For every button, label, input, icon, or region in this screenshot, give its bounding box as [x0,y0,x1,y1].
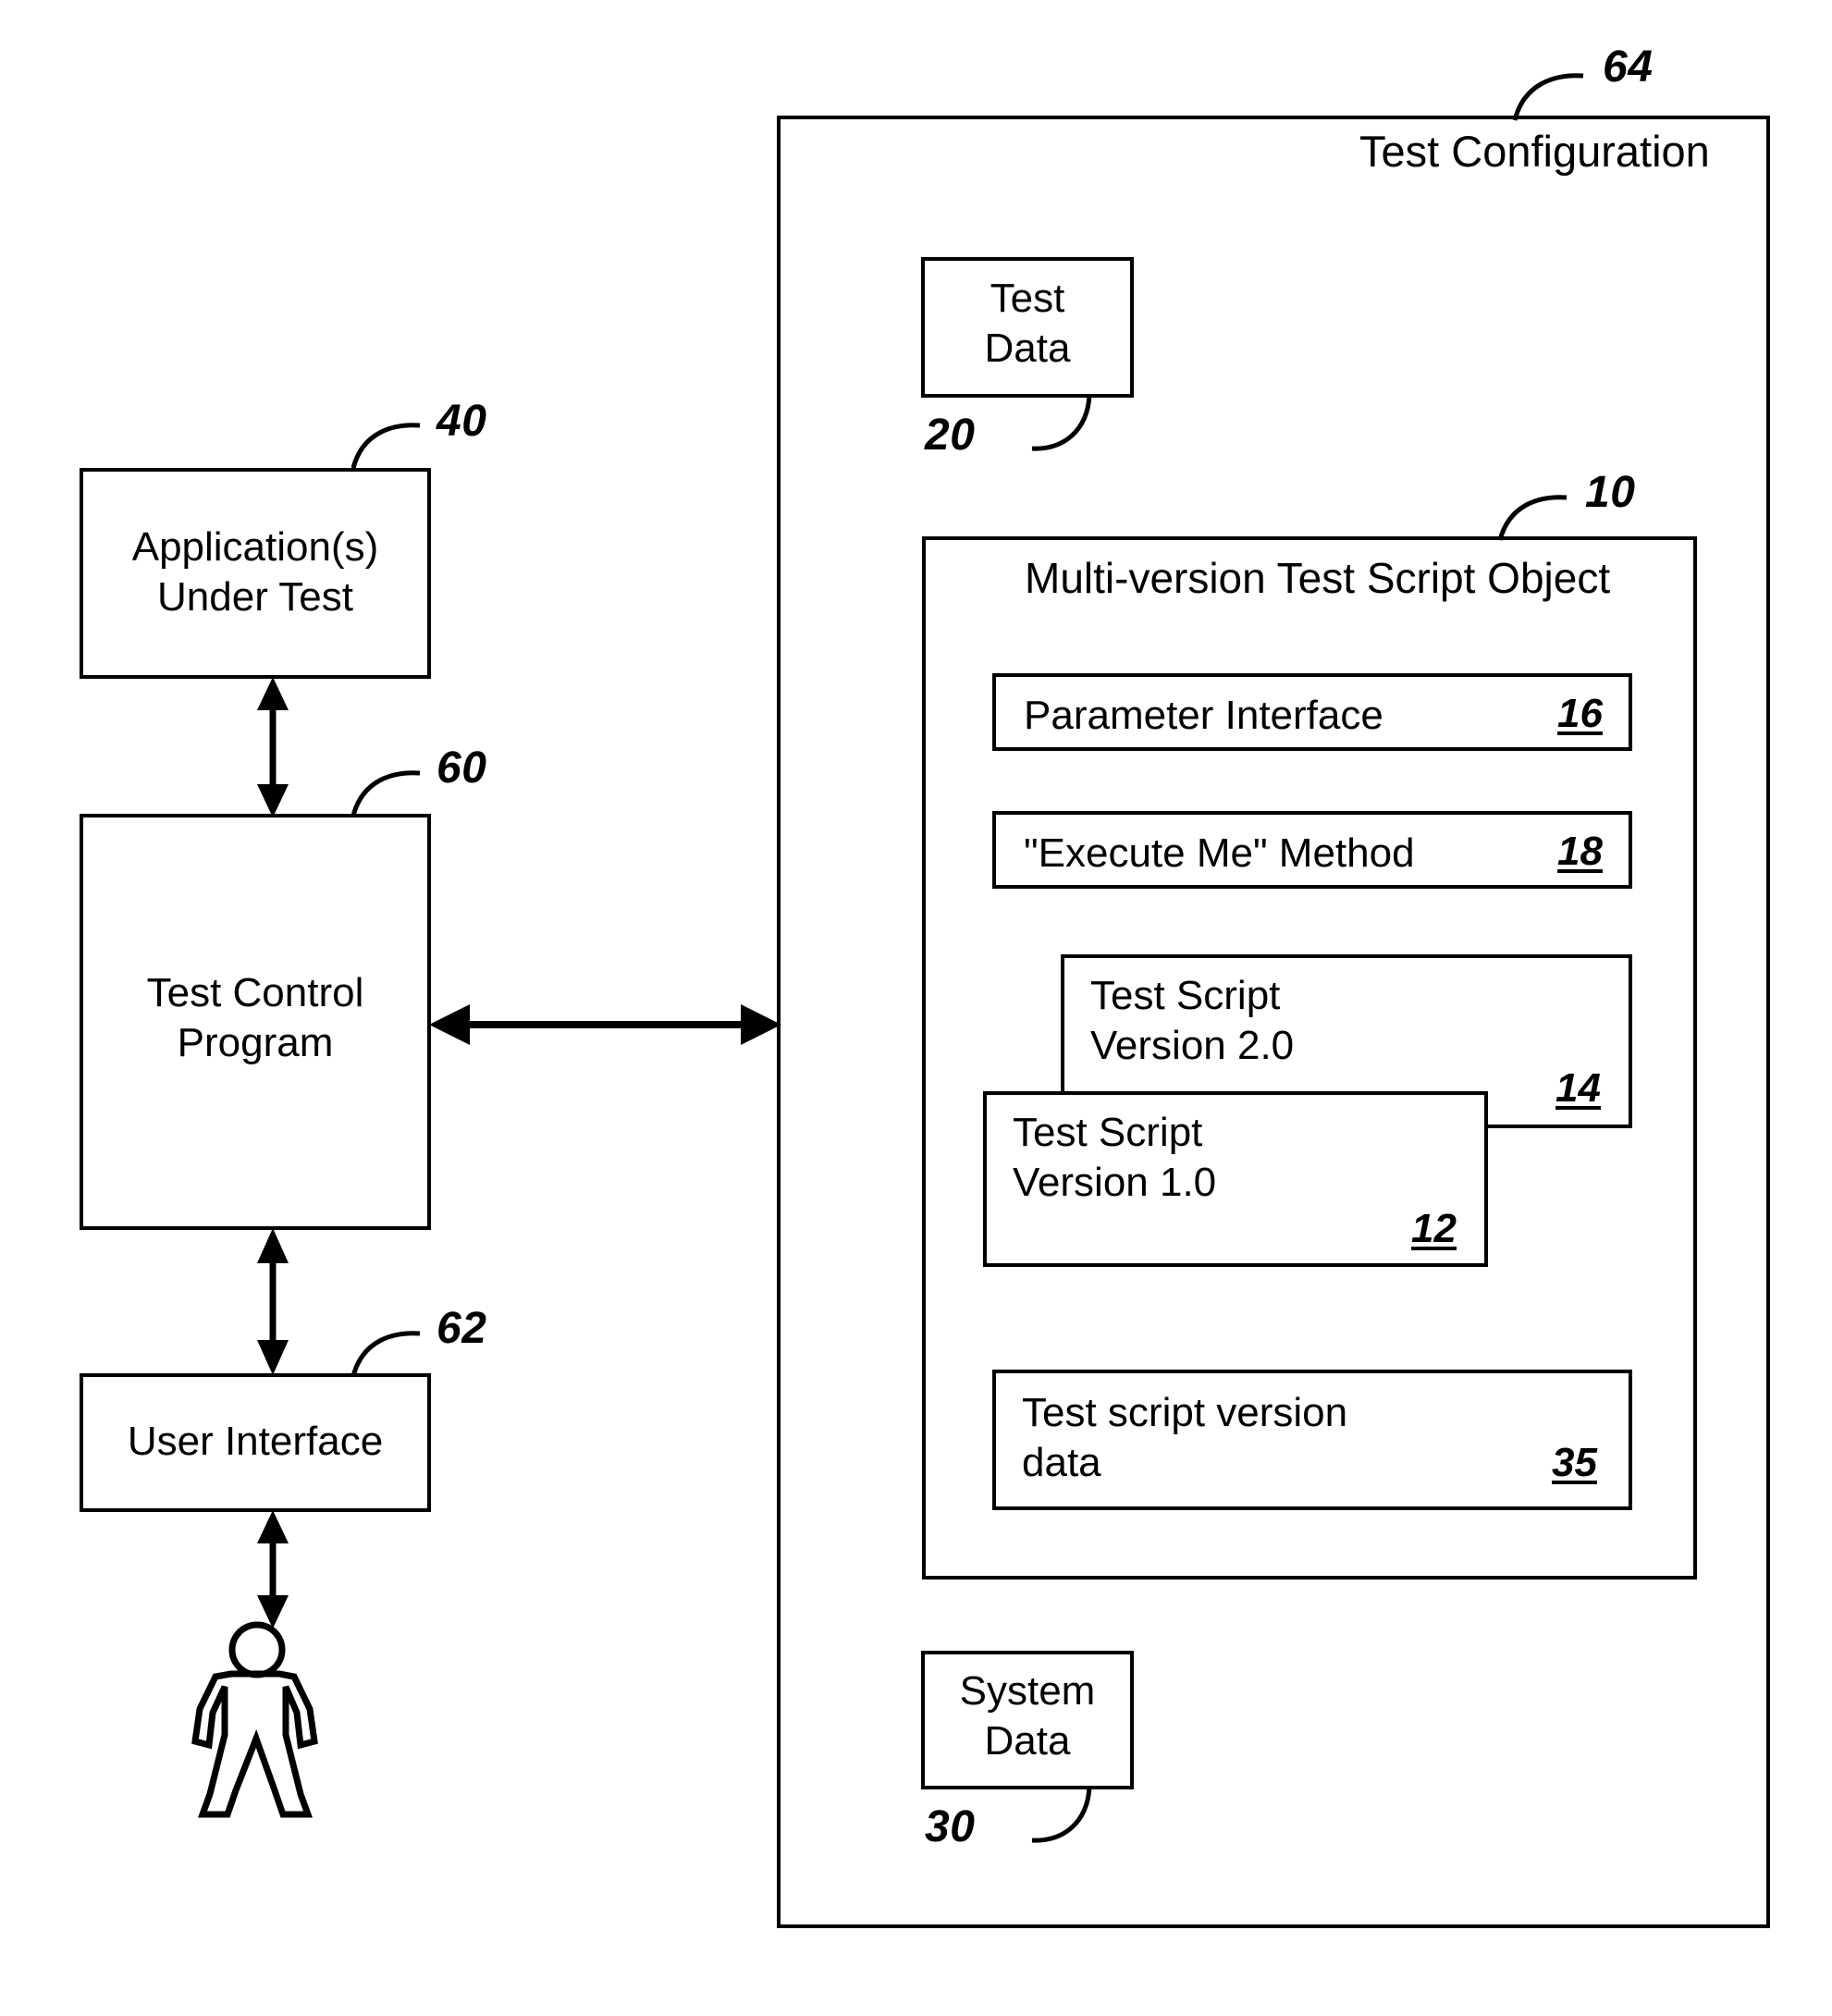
leader-line-40 [350,423,421,469]
ref-number-62: 62 [436,1304,487,1353]
ref-number-10: 10 [1585,468,1636,517]
execute-me-method-box: "Execute Me" Method 18 [992,811,1632,889]
test-script-version-1-box: Test Script Version 1.0 12 [983,1091,1488,1267]
execute-me-method-ref: 18 [1557,829,1603,874]
test-script-version-2-ref: 14 [1555,1065,1601,1111]
test-configuration-title: Test Configuration [1359,127,1710,176]
ref-number-64: 64 [1603,43,1654,92]
arrow-app-to-control [257,677,289,817]
test-script-version-data-box: Test script version data 35 [992,1370,1632,1510]
execute-me-method-label: "Execute Me" Method [1024,830,1415,876]
parameter-interface-label: Parameter Interface [1024,693,1383,738]
arrow-control-to-ui [257,1228,289,1375]
parameter-interface-ref: 16 [1557,691,1603,736]
parameter-interface-box: Parameter Interface 16 [992,673,1632,751]
test-script-version-1-ref: 12 [1411,1206,1457,1251]
test-script-version-data-ref: 35 [1552,1440,1597,1485]
ref-number-40: 40 [436,397,487,446]
ref-number-30: 30 [925,1802,976,1851]
user-interface-label: User Interface [127,1419,384,1464]
user-stick-figure [191,1621,318,1818]
ref-number-60: 60 [436,744,487,793]
application-under-test-label: Application(s) Under Test [131,524,379,620]
ref-number-20: 20 [925,411,976,460]
arrow-control-to-test-configuration [429,1004,781,1045]
patent-figure-canvas: Test Configuration 64 Test Data 20 Multi… [0,0,1832,2016]
mvtso-title: Multi-version Test Script Object [1025,554,1611,602]
test-script-version-2-label: Test Script Version 2.0 [1090,973,1295,1068]
system-data-label: System Data [959,1668,1096,1764]
test-script-version-data-label: Test script version data [1022,1390,1348,1485]
test-script-version-1-label: Test Script Version 1.0 [1013,1110,1217,1205]
test-data-label: Test Data [984,276,1071,371]
test-control-program-label: Test Control Program [146,970,364,1065]
